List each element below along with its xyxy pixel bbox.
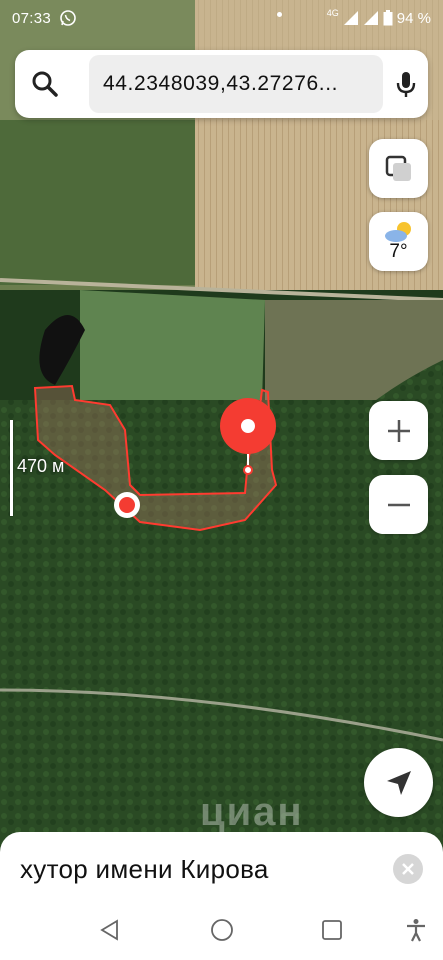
- whatsapp-icon: [60, 10, 76, 26]
- accessibility-icon[interactable]: [404, 918, 428, 942]
- locate-button[interactable]: [364, 748, 433, 817]
- watermark: циан: [200, 790, 304, 834]
- recents-square-icon[interactable]: [320, 918, 344, 942]
- minus-icon: [387, 503, 410, 506]
- zoom-in-button[interactable]: [369, 401, 428, 460]
- search-icon[interactable]: [31, 70, 59, 98]
- navigation-arrow-icon: [386, 770, 411, 795]
- network-type: 4G: [326, 8, 339, 18]
- start-marker-icon[interactable]: [112, 490, 142, 520]
- signal-icon-2: [363, 11, 378, 25]
- back-triangle-icon[interactable]: [98, 918, 122, 942]
- destination-marker-icon[interactable]: [218, 396, 278, 478]
- zoom-out-button[interactable]: [369, 475, 428, 534]
- plus-icon: [387, 419, 410, 442]
- weather-widget[interactable]: 7°: [369, 212, 428, 271]
- system-nav-bar: [0, 898, 443, 960]
- weather-temperature: 7°: [389, 240, 408, 262]
- status-bar: 07:33 4G 94 %: [0, 0, 443, 36]
- microphone-icon[interactable]: [390, 68, 422, 100]
- search-input[interactable]: 44.2348039,43.27276...: [89, 55, 383, 113]
- close-icon: [402, 863, 414, 875]
- close-button[interactable]: [393, 854, 423, 884]
- battery-level: 94 %: [396, 9, 431, 27]
- scale-label: 470 м: [17, 456, 65, 476]
- battery-icon: [383, 10, 393, 26]
- scale-bar: [10, 420, 13, 516]
- status-time: 07:33: [12, 9, 52, 27]
- notification-dot: [277, 12, 282, 17]
- place-title: хутор имени Кирова: [20, 854, 269, 884]
- layers-icon: [385, 155, 411, 181]
- search-bar: 44.2348039,43.27276...: [15, 50, 428, 118]
- partly-cloudy-icon: [384, 221, 411, 242]
- layers-button[interactable]: [369, 139, 428, 198]
- signal-icon: [343, 11, 358, 25]
- home-circle-icon[interactable]: [210, 918, 234, 942]
